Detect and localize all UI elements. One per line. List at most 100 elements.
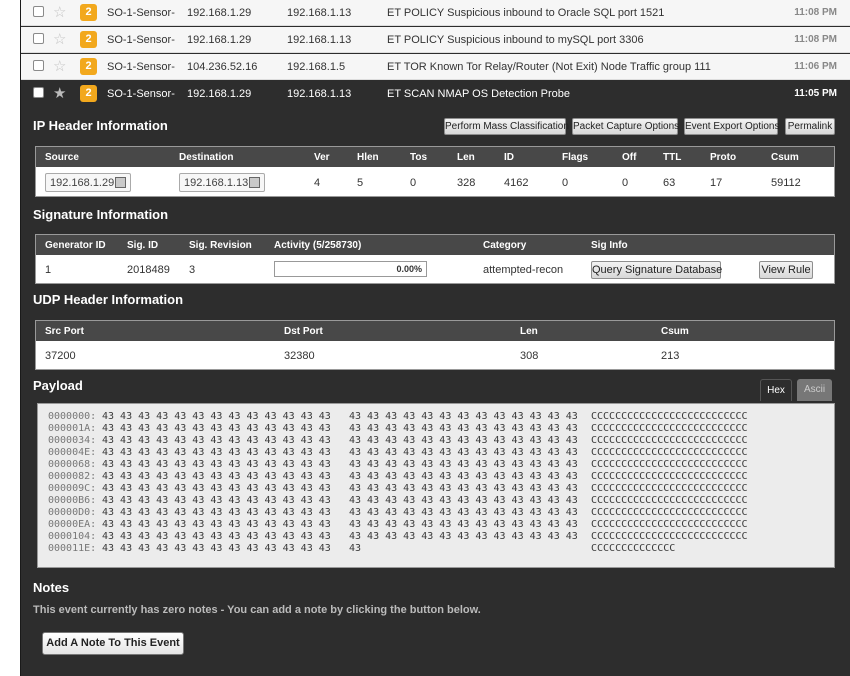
view-rule-button[interactable]: View Rule [759,261,813,279]
payload-ascii: CCCCCCCCCCCCCCCCCCCCCCCCCC [591,519,748,530]
col-len: Len [457,152,475,163]
payload-ascii: CCCCCCCCCCCCCCCCCCCCCCCCCC [591,447,748,458]
payload-ascii: CCCCCCCCCCCCCCCCCCCCCCCCCC [591,531,748,542]
source-ip: 192.168.1.29 [187,7,252,19]
payload-offset: 0000068: [48,459,97,470]
payload-offset: 00000B6: [48,495,97,506]
payload-line: 0000000: 43 43 43 43 43 43 43 43 43 43 43… [48,411,834,423]
ip-lookup-icon[interactable] [249,177,260,188]
packet-capture-options-button[interactable]: Packet Capture Options [572,118,679,135]
col-proto: Proto [710,152,737,163]
event-row[interactable]: ☆ 2 SO-1-Sensor- 192.168.1.29 192.168.1.… [21,0,850,26]
ttl-value: 63 [663,177,676,189]
ip-lookup-icon[interactable] [115,177,126,188]
col-off: Off [622,152,637,163]
payload-line: 000004E: 43 43 43 43 43 43 43 43 43 43 43… [48,447,834,459]
payload-hex-2: 43 43 43 43 43 43 43 43 43 43 43 43 43 [349,471,578,482]
payload-hex-1: 43 43 43 43 43 43 43 43 43 43 43 43 43 [102,471,331,482]
query-signature-database-button[interactable]: Query Signature Database [591,261,722,279]
signature-table: Generator ID Sig. ID Sig. Revision Activ… [35,234,835,284]
col-csum: Csum [661,326,689,337]
signature-name: ET TOR Known Tor Relay/Router (Not Exit)… [387,61,711,73]
payload-hex-1: 43 43 43 43 43 43 43 43 43 43 43 43 43 [102,423,331,434]
payload-hex-2: 43 43 43 43 43 43 43 43 43 43 43 43 43 [349,531,578,542]
star-icon[interactable]: ☆ [53,30,66,48]
star-icon[interactable]: ★ [53,84,66,102]
event-row[interactable]: ☆ 2 SO-1-Sensor- 104.236.52.16 192.168.1… [21,54,850,80]
col-flags: Flags [562,152,589,163]
payload-offset: 000004E: [48,447,97,458]
tab-ascii[interactable]: Ascii [797,379,832,401]
sig-revision-value: 3 [189,264,196,276]
udp-header-title: UDP Header Information [33,292,184,307]
ver-value: 4 [314,177,321,189]
checkbox-icon[interactable] [33,60,44,71]
payload-line: 000011E: 43 43 43 43 43 43 43 43 43 43 43… [48,543,834,555]
csum-value: 59112 [771,177,801,189]
tab-hex[interactable]: Hex [760,379,792,401]
payload-ascii: CCCCCCCCCCCCCCCCCCCCCCCCCC [591,459,748,470]
payload-hex-2: 43 43 43 43 43 43 43 43 43 43 43 43 43 [349,483,578,494]
payload-line: 0000082: 43 43 43 43 43 43 43 43 43 43 43… [48,471,834,483]
payload-hex-1: 43 43 43 43 43 43 43 43 43 43 43 43 43 [102,411,331,422]
event-time: 11:08 PM [794,34,837,45]
payload-offset: 000009C: [48,483,97,494]
ip-header-table: Source Destination Ver Hlen Tos Len ID F… [35,146,835,197]
payload-hex-1: 43 43 43 43 43 43 43 43 43 43 43 43 43 [102,447,331,458]
payload-ascii: CCCCCCCCCCCCCCCCCCCCCCCCCC [591,423,748,434]
source-ip: 192.168.1.29 [187,88,252,100]
payload-line: 0000068: 43 43 43 43 43 43 43 43 43 43 43… [48,459,834,471]
payload-offset: 00000D0: [48,507,97,518]
event-detail-container: ☆ 2 SO-1-Sensor- 192.168.1.29 192.168.1.… [20,0,850,676]
payload-hex-2: 43 43 43 43 43 43 43 43 43 43 43 43 43 [349,423,578,434]
col-source: Source [45,152,79,163]
col-sig-info: Sig Info [591,240,628,251]
payload-hex-1: 43 43 43 43 43 43 43 43 43 43 43 43 43 [102,495,331,506]
star-icon[interactable]: ☆ [53,57,66,75]
mass-classification-button[interactable]: Perform Mass Classification [444,118,569,135]
table-row: 192.168.1.29 192.168.1.13 4 5 0 328 4162… [36,167,834,196]
payload-line: 00000D0: 43 43 43 43 43 43 43 43 43 43 43… [48,507,834,519]
event-row-selected[interactable]: ★ 2 SO-1-Sensor- 192.168.1.29 192.168.1.… [21,81,850,107]
source-ip: 104.236.52.16 [187,61,258,73]
dst-port-value: 32380 [284,350,315,362]
permalink-button[interactable]: Permalink [785,118,835,135]
payload-hex-1: 43 43 43 43 43 43 43 43 43 43 43 43 43 [102,543,331,554]
priority-badge: 2 [80,58,97,75]
destination-ip: 192.168.1.5 [287,61,346,73]
sensor-name: SO-1-Sensor- [107,88,175,100]
sensor-name: SO-1-Sensor- [107,61,175,73]
notes-title: Notes [33,580,70,595]
payload-offset: 000011E: [48,543,97,554]
checkbox-icon[interactable] [33,87,44,98]
destination-ip: 192.168.1.13 [287,88,352,100]
destination-ip-value: 192.168.1.13 [184,177,249,189]
csum-value: 213 [661,350,680,362]
payload-hex-2: 43 43 43 43 43 43 43 43 43 43 43 43 43 [349,459,578,470]
len-value: 308 [520,350,539,362]
payload-offset: 0000000: [48,411,97,422]
payload-hex-2: 43 43 43 43 43 43 43 43 43 43 43 43 43 [349,411,578,422]
activity-percent: 0.00% [396,264,422,274]
source-ip-field[interactable]: 192.168.1.29 [45,173,131,192]
sensor-name: SO-1-Sensor- [107,34,175,46]
activity-bar: 0.00% [274,261,427,277]
off-value: 0 [622,177,629,189]
payload-hex-2: 43 43 43 43 43 43 43 43 43 43 43 43 43 [349,495,578,506]
payload-offset: 0000082: [48,471,97,482]
col-src-port: Src Port [45,326,84,337]
checkbox-icon[interactable] [33,6,44,17]
payload-hex-1: 43 43 43 43 43 43 43 43 43 43 43 43 43 [102,483,331,494]
event-export-options-button[interactable]: Event Export Options [684,118,780,135]
checkbox-icon[interactable] [33,33,44,44]
star-icon[interactable]: ☆ [53,3,66,21]
payload-offset: 0000104: [48,531,97,542]
event-row[interactable]: ☆ 2 SO-1-Sensor- 192.168.1.29 192.168.1.… [21,27,850,53]
add-note-button[interactable]: Add A Note To This Event [42,632,184,655]
payload-ascii: CCCCCCCCCCCCCC [591,543,676,554]
payload-hex-1: 43 43 43 43 43 43 43 43 43 43 43 43 43 [102,435,331,446]
destination-ip-field[interactable]: 192.168.1.13 [179,173,265,192]
col-ver: Ver [314,152,330,163]
payload-ascii: CCCCCCCCCCCCCCCCCCCCCCCCCC [591,483,748,494]
table-row: 1 2018489 3 0.00% attempted-recon Query … [36,255,834,283]
